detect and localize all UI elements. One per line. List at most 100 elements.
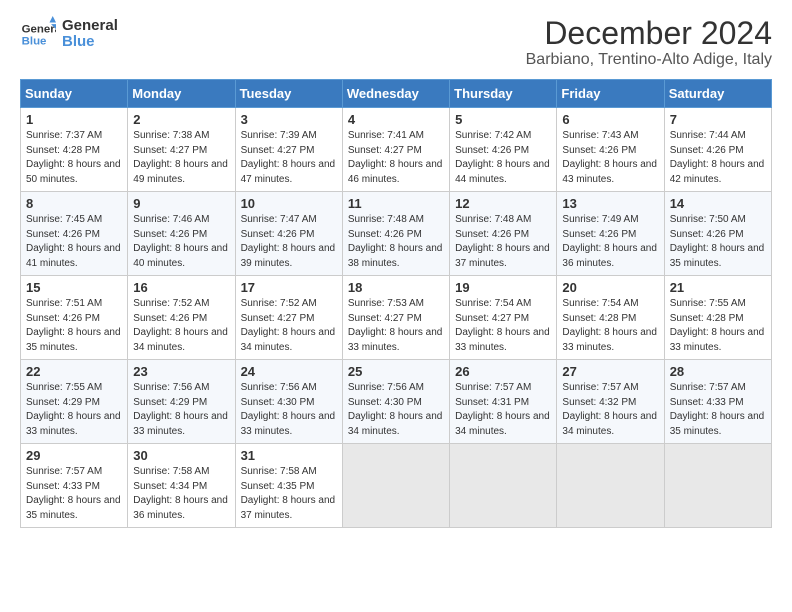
day-cell: 19 Sunrise: 7:54 AMSunset: 4:27 PMDaylig… <box>450 276 557 360</box>
day-number: 27 <box>562 364 658 379</box>
day-cell: 26 Sunrise: 7:57 AMSunset: 4:31 PMDaylig… <box>450 360 557 444</box>
day-number: 11 <box>348 196 444 211</box>
day-info: Sunrise: 7:56 AMSunset: 4:30 PMDaylight:… <box>348 381 444 439</box>
col-monday: Monday <box>128 80 235 108</box>
table-row: 15 Sunrise: 7:51 AMSunset: 4:26 PMDaylig… <box>21 276 772 360</box>
day-number: 15 <box>26 280 122 295</box>
day-info: Sunrise: 7:52 AMSunset: 4:26 PMDaylight:… <box>133 297 229 355</box>
day-number: 10 <box>241 196 337 211</box>
day-info: Sunrise: 7:54 AMSunset: 4:27 PMDaylight:… <box>455 297 551 355</box>
day-number: 4 <box>348 112 444 127</box>
day-info: Sunrise: 7:39 AMSunset: 4:27 PMDaylight:… <box>241 129 337 187</box>
logo-general: General <box>62 18 118 35</box>
day-info: Sunrise: 7:49 AMSunset: 4:26 PMDaylight:… <box>562 213 658 271</box>
day-info: Sunrise: 7:54 AMSunset: 4:28 PMDaylight:… <box>562 297 658 355</box>
logo: General Blue General Blue <box>20 16 118 52</box>
day-cell: 12 Sunrise: 7:48 AMSunset: 4:26 PMDaylig… <box>450 192 557 276</box>
day-info: Sunrise: 7:48 AMSunset: 4:26 PMDaylight:… <box>455 213 551 271</box>
day-number: 1 <box>26 112 122 127</box>
day-cell: 21 Sunrise: 7:55 AMSunset: 4:28 PMDaylig… <box>664 276 771 360</box>
day-info: Sunrise: 7:56 AMSunset: 4:30 PMDaylight:… <box>241 381 337 439</box>
title-block: December 2024 Barbiano, Trentino-Alto Ad… <box>526 16 772 69</box>
day-cell: 2 Sunrise: 7:38 AMSunset: 4:27 PMDayligh… <box>128 108 235 192</box>
day-info: Sunrise: 7:57 AMSunset: 4:31 PMDaylight:… <box>455 381 551 439</box>
day-cell: 24 Sunrise: 7:56 AMSunset: 4:30 PMDaylig… <box>235 360 342 444</box>
day-cell-empty <box>450 444 557 528</box>
col-sunday: Sunday <box>21 80 128 108</box>
day-info: Sunrise: 7:46 AMSunset: 4:26 PMDaylight:… <box>133 213 229 271</box>
day-cell: 3 Sunrise: 7:39 AMSunset: 4:27 PMDayligh… <box>235 108 342 192</box>
day-cell-empty <box>342 444 449 528</box>
day-cell: 27 Sunrise: 7:57 AMSunset: 4:32 PMDaylig… <box>557 360 664 444</box>
day-cell: 13 Sunrise: 7:49 AMSunset: 4:26 PMDaylig… <box>557 192 664 276</box>
col-wednesday: Wednesday <box>342 80 449 108</box>
day-number: 9 <box>133 196 229 211</box>
day-info: Sunrise: 7:37 AMSunset: 4:28 PMDaylight:… <box>26 129 122 187</box>
day-info: Sunrise: 7:47 AMSunset: 4:26 PMDaylight:… <box>241 213 337 271</box>
day-info: Sunrise: 7:57 AMSunset: 4:33 PMDaylight:… <box>670 381 766 439</box>
day-info: Sunrise: 7:55 AMSunset: 4:29 PMDaylight:… <box>26 381 122 439</box>
svg-text:General: General <box>22 23 56 35</box>
table-row: 29 Sunrise: 7:57 AMSunset: 4:33 PMDaylig… <box>21 444 772 528</box>
table-row: 22 Sunrise: 7:55 AMSunset: 4:29 PMDaylig… <box>21 360 772 444</box>
day-info: Sunrise: 7:58 AMSunset: 4:34 PMDaylight:… <box>133 465 229 523</box>
day-cell: 7 Sunrise: 7:44 AMSunset: 4:26 PMDayligh… <box>664 108 771 192</box>
day-info: Sunrise: 7:44 AMSunset: 4:26 PMDaylight:… <box>670 129 766 187</box>
day-info: Sunrise: 7:56 AMSunset: 4:29 PMDaylight:… <box>133 381 229 439</box>
day-number: 7 <box>670 112 766 127</box>
day-info: Sunrise: 7:50 AMSunset: 4:26 PMDaylight:… <box>670 213 766 271</box>
day-number: 31 <box>241 448 337 463</box>
day-number: 25 <box>348 364 444 379</box>
day-cell: 1 Sunrise: 7:37 AMSunset: 4:28 PMDayligh… <box>21 108 128 192</box>
day-cell: 5 Sunrise: 7:42 AMSunset: 4:26 PMDayligh… <box>450 108 557 192</box>
day-info: Sunrise: 7:43 AMSunset: 4:26 PMDaylight:… <box>562 129 658 187</box>
day-cell: 30 Sunrise: 7:58 AMSunset: 4:34 PMDaylig… <box>128 444 235 528</box>
day-cell: 15 Sunrise: 7:51 AMSunset: 4:26 PMDaylig… <box>21 276 128 360</box>
day-info: Sunrise: 7:48 AMSunset: 4:26 PMDaylight:… <box>348 213 444 271</box>
day-info: Sunrise: 7:57 AMSunset: 4:32 PMDaylight:… <box>562 381 658 439</box>
day-info: Sunrise: 7:52 AMSunset: 4:27 PMDaylight:… <box>241 297 337 355</box>
day-cell: 28 Sunrise: 7:57 AMSunset: 4:33 PMDaylig… <box>664 360 771 444</box>
svg-text:Blue: Blue <box>22 36 47 48</box>
day-info: Sunrise: 7:55 AMSunset: 4:28 PMDaylight:… <box>670 297 766 355</box>
day-cell: 10 Sunrise: 7:47 AMSunset: 4:26 PMDaylig… <box>235 192 342 276</box>
day-cell-empty <box>557 444 664 528</box>
calendar-table: Sunday Monday Tuesday Wednesday Thursday… <box>20 79 772 528</box>
day-info: Sunrise: 7:38 AMSunset: 4:27 PMDaylight:… <box>133 129 229 187</box>
day-number: 2 <box>133 112 229 127</box>
day-info: Sunrise: 7:42 AMSunset: 4:26 PMDaylight:… <box>455 129 551 187</box>
day-info: Sunrise: 7:51 AMSunset: 4:26 PMDaylight:… <box>26 297 122 355</box>
day-number: 20 <box>562 280 658 295</box>
day-number: 12 <box>455 196 551 211</box>
day-cell: 6 Sunrise: 7:43 AMSunset: 4:26 PMDayligh… <box>557 108 664 192</box>
day-cell: 22 Sunrise: 7:55 AMSunset: 4:29 PMDaylig… <box>21 360 128 444</box>
day-cell: 11 Sunrise: 7:48 AMSunset: 4:26 PMDaylig… <box>342 192 449 276</box>
day-number: 21 <box>670 280 766 295</box>
col-thursday: Thursday <box>450 80 557 108</box>
day-number: 8 <box>26 196 122 211</box>
day-number: 6 <box>562 112 658 127</box>
day-number: 29 <box>26 448 122 463</box>
day-cell: 29 Sunrise: 7:57 AMSunset: 4:33 PMDaylig… <box>21 444 128 528</box>
day-cell: 31 Sunrise: 7:58 AMSunset: 4:35 PMDaylig… <box>235 444 342 528</box>
header: General Blue General Blue December 2024 … <box>20 16 772 69</box>
day-number: 18 <box>348 280 444 295</box>
table-row: 8 Sunrise: 7:45 AMSunset: 4:26 PMDayligh… <box>21 192 772 276</box>
logo-blue: Blue <box>62 34 118 51</box>
day-number: 23 <box>133 364 229 379</box>
day-number: 3 <box>241 112 337 127</box>
day-number: 17 <box>241 280 337 295</box>
day-info: Sunrise: 7:41 AMSunset: 4:27 PMDaylight:… <box>348 129 444 187</box>
day-cell: 20 Sunrise: 7:54 AMSunset: 4:28 PMDaylig… <box>557 276 664 360</box>
day-cell: 8 Sunrise: 7:45 AMSunset: 4:26 PMDayligh… <box>21 192 128 276</box>
day-number: 26 <box>455 364 551 379</box>
day-cell-empty <box>664 444 771 528</box>
calendar-header-row: Sunday Monday Tuesday Wednesday Thursday… <box>21 80 772 108</box>
location-title: Barbiano, Trentino-Alto Adige, Italy <box>526 51 772 69</box>
month-title: December 2024 <box>526 16 772 51</box>
day-info: Sunrise: 7:53 AMSunset: 4:27 PMDaylight:… <box>348 297 444 355</box>
day-number: 5 <box>455 112 551 127</box>
col-friday: Friday <box>557 80 664 108</box>
table-row: 1 Sunrise: 7:37 AMSunset: 4:28 PMDayligh… <box>21 108 772 192</box>
day-info: Sunrise: 7:57 AMSunset: 4:33 PMDaylight:… <box>26 465 122 523</box>
